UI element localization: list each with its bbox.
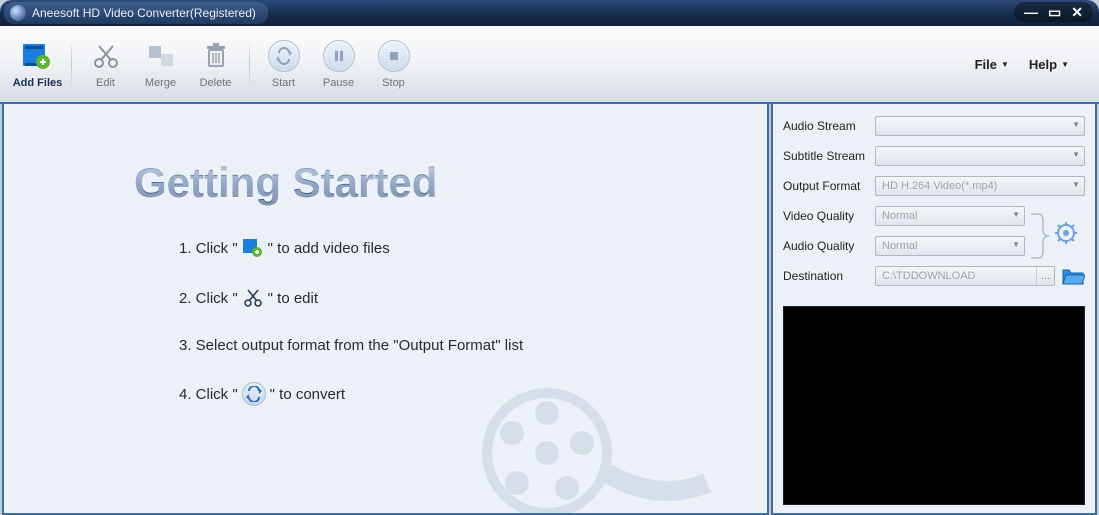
edit-label: Edit bbox=[96, 77, 115, 89]
audio-stream-label: Audio Stream bbox=[783, 119, 875, 133]
output-format-label: Output Format bbox=[783, 179, 875, 193]
destination-field[interactable]: C:\TDDOWNLOAD … bbox=[875, 266, 1055, 286]
add-files-button[interactable]: Add Files bbox=[10, 32, 65, 96]
subtitle-stream-label: Subtitle Stream bbox=[783, 149, 875, 163]
gs-step-3: 3. Select output format from the "Output… bbox=[179, 337, 767, 354]
gs-step-1: 1. Click " " to add video files bbox=[179, 237, 767, 259]
edit-button[interactable]: Edit bbox=[78, 32, 133, 96]
stop-label: Stop bbox=[382, 77, 405, 89]
subtitle-stream-select[interactable]: ▼ bbox=[875, 146, 1085, 166]
delete-button[interactable]: Delete bbox=[188, 32, 243, 96]
separator bbox=[249, 41, 250, 87]
ellipsis-icon: … bbox=[1036, 267, 1054, 285]
title-bar: Aneesoft HD Video Converter(Registered) … bbox=[0, 0, 1099, 26]
separator bbox=[71, 41, 72, 87]
scissors-icon bbox=[89, 39, 123, 73]
merge-label: Merge bbox=[145, 77, 176, 89]
file-menu[interactable]: File ▼ bbox=[975, 57, 1009, 72]
add-files-icon bbox=[242, 237, 264, 259]
chevron-down-icon: ▼ bbox=[1001, 60, 1009, 69]
start-button[interactable]: Start bbox=[256, 32, 311, 96]
video-preview bbox=[783, 306, 1085, 505]
stop-button[interactable]: Stop bbox=[366, 32, 421, 96]
convert-icon bbox=[267, 39, 301, 73]
stop-icon bbox=[377, 39, 411, 73]
bracket-icon bbox=[1029, 210, 1053, 262]
advanced-settings-button[interactable] bbox=[1055, 222, 1077, 244]
output-format-select[interactable]: HD H.264 Video(*.mp4) ▼ bbox=[875, 176, 1085, 196]
add-files-label: Add Files bbox=[13, 77, 63, 89]
pause-label: Pause bbox=[323, 77, 354, 89]
audio-stream-select[interactable]: ▼ bbox=[875, 116, 1085, 136]
video-quality-label: Video Quality bbox=[783, 209, 875, 223]
gs-step-4: 4. Click " " to convert bbox=[179, 382, 767, 406]
help-menu-label: Help bbox=[1029, 57, 1057, 72]
chevron-down-icon: ▼ bbox=[1072, 150, 1080, 159]
add-files-icon bbox=[21, 39, 55, 73]
pause-button[interactable]: Pause bbox=[311, 32, 366, 96]
gs-step-2: 2. Click " " to edit bbox=[179, 287, 767, 309]
destination-label: Destination bbox=[783, 269, 875, 283]
window-title: Aneesoft HD Video Converter(Registered) bbox=[32, 6, 256, 20]
merge-icon bbox=[144, 39, 178, 73]
scissors-icon bbox=[242, 287, 264, 309]
close-button[interactable]: ✕ bbox=[1071, 4, 1083, 21]
maximize-button[interactable]: ▭ bbox=[1048, 4, 1061, 21]
start-label: Start bbox=[272, 77, 295, 89]
file-menu-label: File bbox=[975, 57, 997, 72]
help-menu[interactable]: Help ▼ bbox=[1029, 57, 1069, 72]
pause-icon bbox=[322, 39, 356, 73]
content-panel: Getting Started 1. Click " " to add vide… bbox=[2, 104, 769, 515]
video-quality-select[interactable]: Normal ▼ bbox=[875, 206, 1025, 226]
chevron-down-icon: ▼ bbox=[1012, 240, 1020, 249]
audio-quality-select[interactable]: Normal ▼ bbox=[875, 236, 1025, 256]
chevron-down-icon: ▼ bbox=[1072, 120, 1080, 129]
main-toolbar: Add Files Edit Merge bbox=[0, 26, 1099, 104]
chevron-down-icon: ▼ bbox=[1012, 210, 1020, 219]
merge-button[interactable]: Merge bbox=[133, 32, 188, 96]
delete-label: Delete bbox=[200, 77, 232, 89]
chevron-down-icon: ▼ bbox=[1072, 180, 1080, 189]
getting-started-title: Getting Started bbox=[134, 159, 767, 207]
app-logo-icon bbox=[10, 5, 26, 21]
browse-folder-button[interactable] bbox=[1061, 266, 1085, 286]
minimize-button[interactable]: — bbox=[1024, 4, 1038, 20]
chevron-down-icon: ▼ bbox=[1061, 60, 1069, 69]
convert-icon bbox=[242, 382, 266, 406]
audio-quality-label: Audio Quality bbox=[783, 239, 875, 253]
trash-icon bbox=[199, 39, 233, 73]
settings-panel: Audio Stream ▼ Subtitle Stream ▼ Output … bbox=[771, 104, 1097, 515]
